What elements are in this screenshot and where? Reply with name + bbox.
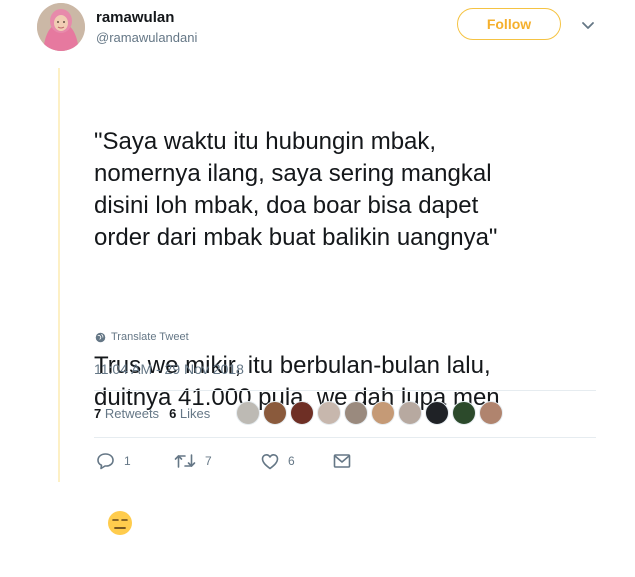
liker-avatar[interactable] bbox=[263, 401, 287, 425]
like-count: 6 bbox=[288, 454, 295, 468]
liker-avatars bbox=[236, 401, 506, 425]
liker-avatar[interactable] bbox=[344, 401, 368, 425]
display-name[interactable]: ramawulan bbox=[96, 9, 174, 26]
retweets-stat[interactable]: 7 Retweets bbox=[94, 406, 159, 421]
retweets-label: Retweets bbox=[104, 406, 160, 421]
retweet-icon bbox=[174, 454, 196, 468]
translate-tweet-link[interactable]: Translate Tweet bbox=[95, 331, 189, 343]
likes-label: Likes bbox=[179, 406, 211, 421]
tweet-timestamp[interactable]: 11:04 AM - 29 Nov 2018 bbox=[94, 361, 244, 377]
tweet-text: "Saya waktu itu hubungin mbak, nomernya … bbox=[94, 62, 614, 573]
liker-avatar[interactable] bbox=[371, 401, 395, 425]
avatar[interactable] bbox=[37, 3, 85, 51]
divider bbox=[94, 390, 596, 391]
liker-avatar[interactable] bbox=[452, 401, 476, 425]
retweets-count: 7 bbox=[94, 406, 102, 421]
direct-message-button[interactable] bbox=[333, 453, 360, 469]
liker-avatar[interactable] bbox=[317, 401, 341, 425]
retweet-count: 7 bbox=[205, 454, 212, 468]
likes-stat[interactable]: 6 Likes bbox=[169, 406, 210, 421]
thread-line bbox=[58, 68, 60, 482]
envelope-icon bbox=[333, 454, 351, 468]
divider bbox=[94, 437, 596, 438]
liker-avatar[interactable] bbox=[398, 401, 422, 425]
translate-tweet-label: Translate Tweet bbox=[111, 331, 189, 343]
reply-button[interactable]: 1 bbox=[96, 452, 159, 470]
reply-icon bbox=[97, 453, 114, 470]
likes-count: 6 bbox=[169, 406, 177, 421]
chevron-down-icon[interactable] bbox=[579, 16, 597, 34]
tweet-stats: 7 Retweets 6 Likes bbox=[94, 406, 210, 421]
liker-avatar[interactable] bbox=[290, 401, 314, 425]
liker-avatar[interactable] bbox=[479, 401, 503, 425]
tweet-paragraph: "Saya waktu itu hubungin mbak, nomernya … bbox=[94, 128, 498, 251]
globe-icon bbox=[95, 332, 106, 342]
follow-button[interactable]: Follow bbox=[457, 8, 561, 40]
liker-avatar[interactable] bbox=[236, 401, 260, 425]
heart-icon bbox=[261, 453, 279, 469]
reply-count: 1 bbox=[124, 454, 131, 468]
retweet-button[interactable]: 7 bbox=[174, 452, 255, 470]
like-button[interactable]: 6 bbox=[261, 453, 321, 470]
liker-avatar[interactable] bbox=[425, 401, 449, 425]
tweet-actions: 1 7 6 bbox=[96, 452, 360, 470]
user-handle[interactable]: @ramawulandani bbox=[96, 30, 197, 45]
